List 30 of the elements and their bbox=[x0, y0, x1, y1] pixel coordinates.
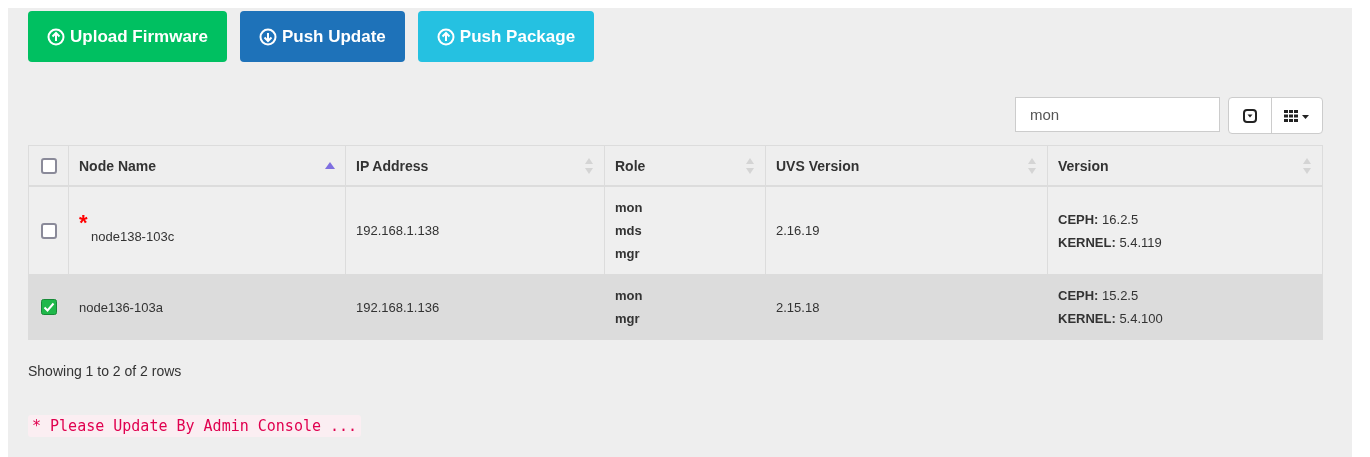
pagination-info: Showing 1 to 2 of 2 rows bbox=[28, 363, 183, 379]
role-text: mon bbox=[615, 199, 644, 217]
table-cell: 2.15.18 bbox=[776, 299, 820, 315]
table-cell: 192.168.1.136 bbox=[356, 299, 440, 315]
checkbox[interactable] bbox=[40, 222, 57, 239]
grid-icon bbox=[1284, 108, 1310, 123]
column-header[interactable]: Version bbox=[1058, 157, 1109, 174]
checkbox[interactable] bbox=[40, 157, 57, 174]
checkbox[interactable] bbox=[40, 299, 57, 315]
version-text: KERNEL: 5.4.100 bbox=[1058, 310, 1164, 328]
column-header[interactable]: IP Address bbox=[356, 157, 429, 174]
version-text: CEPH: 16.2.5 bbox=[1058, 210, 1140, 229]
role-text: mon bbox=[615, 287, 644, 305]
table-cell-text: node138-103c bbox=[90, 229, 176, 244]
column-header[interactable]: Role bbox=[615, 157, 646, 174]
role-text: mgr bbox=[615, 310, 641, 328]
version-text: KERNEL: 5.4.119 bbox=[1058, 233, 1163, 252]
table-cell-text: node136-103a bbox=[79, 299, 164, 315]
role-text: mds bbox=[615, 222, 643, 240]
toggle-icon bbox=[1243, 108, 1257, 123]
role-text: mgr bbox=[615, 245, 641, 263]
column-header[interactable]: UVS Version bbox=[776, 157, 860, 174]
required-marker: * bbox=[79, 217, 89, 229]
table-cell: 2.16.19 bbox=[776, 223, 820, 238]
toolbar-button[interactable]: Push Update bbox=[239, 11, 405, 62]
table-cell: 192.168.1.138 bbox=[356, 223, 440, 238]
version-text: CEPH: 15.2.5 bbox=[1058, 287, 1140, 305]
search-field[interactable]: mon bbox=[1015, 97, 1220, 132]
column-header[interactable]: Node Name bbox=[79, 157, 157, 174]
admin-console-note: * Please Update By Admin Console ... bbox=[28, 415, 362, 437]
